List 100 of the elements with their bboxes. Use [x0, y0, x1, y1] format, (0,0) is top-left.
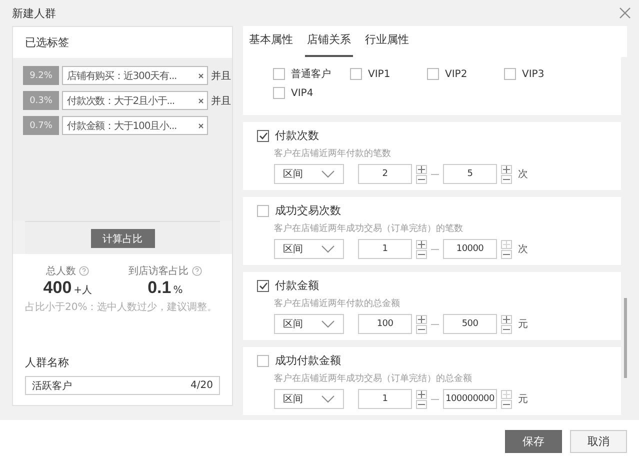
filter-title: 成功付款金额 [275, 353, 341, 368]
percent-badge: 0.3% [23, 91, 59, 110]
decrement-button[interactable] [416, 174, 427, 184]
decrement-button[interactable] [416, 250, 427, 258]
filter-description: 客户在店铺近两年付款的笔数 [273, 148, 392, 160]
plus-icon [503, 390, 510, 398]
increment-button[interactable] [501, 164, 512, 174]
filter-description: 客户在店铺近两年付款的总金额 [273, 298, 401, 310]
checkbox[interactable] [427, 68, 439, 80]
number-input[interactable]: 500 [443, 314, 497, 334]
dialog-title: 新建人群 [12, 6, 56, 20]
filter-description: 客户在店铺近两年成功交易（订单完结）的笔数 [273, 222, 464, 235]
chevron-down-icon [321, 170, 335, 178]
increment-button[interactable] [416, 390, 427, 398]
remove-icon[interactable] [198, 122, 204, 128]
tag-chip[interactable]: 付款次数：大于2且小于... [62, 91, 208, 110]
plus-icon [503, 166, 510, 172]
stat-unit: +人 [74, 284, 92, 297]
mode-dropdown[interactable]: 区间 [274, 314, 344, 334]
minus-icon [503, 178, 510, 180]
increment-button[interactable] [501, 314, 512, 324]
number-input[interactable]: 2 [358, 164, 412, 184]
option-label: VIP1 [368, 68, 390, 80]
unit-label: 次 [518, 243, 528, 256]
checkbox[interactable] [504, 68, 516, 80]
tag-chip[interactable]: 店铺有购买：近300天有... [62, 66, 208, 85]
panel-title: 已选标签 [25, 35, 69, 50]
close-icon[interactable] [619, 7, 631, 19]
stat-label: 到店访客占比 [128, 264, 189, 278]
option-label: 普通客户 [291, 68, 331, 81]
stat-unit: % [173, 285, 183, 296]
minus-icon [503, 328, 510, 330]
unit-label: 元 [518, 393, 528, 406]
checkbox[interactable] [273, 87, 285, 99]
mode-dropdown[interactable]: 区间 [274, 239, 344, 259]
filter-title: 付款次数 [275, 128, 319, 143]
number-input[interactable]: 1 [358, 239, 412, 259]
calculate-button[interactable]: 计算占比 [90, 229, 154, 248]
decrement-button[interactable] [416, 400, 427, 408]
percent-badge: 9.2% [23, 66, 59, 85]
decrement-button[interactable] [501, 250, 512, 258]
connector-text: 并且 [211, 94, 231, 108]
help-icon[interactable] [79, 266, 90, 276]
decrement-button[interactable] [501, 400, 512, 408]
scrollbar[interactable] [624, 298, 627, 378]
minus-icon [418, 328, 425, 330]
increment-button[interactable] [416, 314, 427, 324]
chevron-down-icon [321, 395, 335, 403]
filter-description: 客户在店铺近两年成功交易（订单完结）的总金额 [273, 372, 473, 385]
number-input[interactable]: 1 [358, 389, 412, 409]
hint-text: 占比小于20%：选中人数过少，建议调整。 [25, 300, 218, 314]
decrement-button[interactable] [416, 324, 427, 334]
decrement-button[interactable] [501, 324, 512, 334]
number-input[interactable]: 5 [443, 164, 497, 184]
tab[interactable]: 行业属性 [363, 32, 411, 57]
remove-icon[interactable] [198, 98, 204, 104]
remove-icon[interactable] [198, 72, 204, 78]
cancel-button[interactable]: 取消 [570, 430, 627, 452]
plus-icon [418, 240, 425, 248]
checkbox[interactable] [257, 204, 269, 216]
mode-dropdown[interactable]: 区间 [274, 164, 344, 184]
checkbox[interactable] [257, 280, 269, 292]
unit-label: 次 [518, 168, 528, 181]
connector-text: 并且 [211, 70, 231, 82]
tab[interactable]: 基本属性 [247, 32, 295, 57]
option-label: VIP2 [445, 68, 468, 80]
increment-button[interactable] [416, 240, 427, 248]
checkbox[interactable] [257, 354, 269, 366]
chevron-down-icon [321, 245, 335, 253]
increment-button[interactable] [416, 164, 427, 174]
number-input[interactable]: 100 [358, 314, 412, 334]
number-input[interactable]: 10000 [443, 239, 497, 259]
field-label: 人群名称 [25, 355, 70, 370]
stat-value: 0.1 [148, 278, 172, 298]
tag-chip[interactable]: 付款金额：大于100且小... [62, 116, 208, 135]
name-input[interactable]: 活跃客户 4/20 [25, 376, 220, 395]
filter-title: 成功交易次数 [275, 203, 341, 218]
checkbox[interactable] [257, 130, 269, 142]
unit-label: 元 [518, 318, 528, 331]
decrement-button[interactable] [501, 174, 512, 184]
stat-label: 总人数 [46, 264, 76, 278]
help-icon[interactable] [192, 266, 202, 276]
checkbox[interactable] [350, 68, 362, 80]
stat-value: 400 [43, 278, 72, 298]
plus-icon [503, 240, 510, 248]
check-icon [258, 282, 268, 290]
number-input[interactable]: 100000000 [443, 389, 497, 409]
plus-icon [418, 316, 425, 322]
save-button[interactable]: 保存 [505, 430, 562, 452]
plus-icon [503, 316, 510, 322]
plus-icon [418, 166, 425, 172]
chevron-down-icon [321, 320, 335, 328]
percent-badge: 0.7% [23, 116, 59, 135]
check-icon [258, 132, 268, 140]
checkbox[interactable] [273, 68, 285, 80]
plus-icon [418, 390, 425, 398]
option-label: VIP3 [522, 68, 544, 80]
option-label: VIP4 [291, 88, 314, 98]
mode-dropdown[interactable]: 区间 [274, 389, 344, 409]
minus-icon [418, 178, 425, 180]
